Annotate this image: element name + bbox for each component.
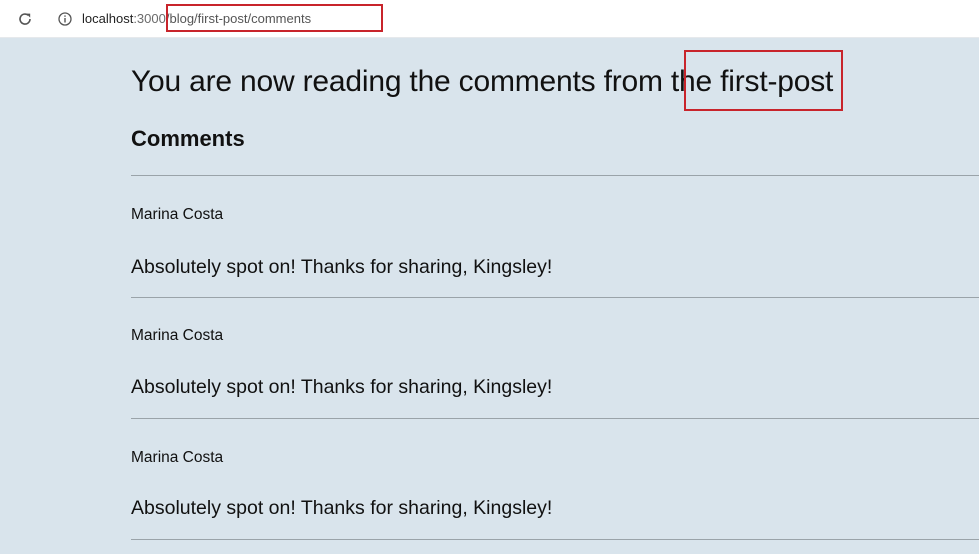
comment-author: Marina Costa bbox=[131, 327, 224, 344]
divider bbox=[131, 418, 979, 419]
post-slug-highlight-box bbox=[684, 50, 843, 111]
page-title-prefix: You are now reading the comments from th… bbox=[131, 65, 721, 98]
comment-text: Absolutely spot on! Thanks for sharing, … bbox=[131, 376, 553, 398]
divider bbox=[131, 297, 979, 298]
url-highlight-box bbox=[166, 4, 383, 32]
browser-toolbar: localhost:3000/blog/first-post/comments bbox=[0, 0, 979, 38]
url-host: localhost bbox=[82, 11, 134, 26]
page-content: You are now reading the comments from th… bbox=[0, 38, 979, 554]
comment-text: Absolutely spot on! Thanks for sharing, … bbox=[131, 256, 553, 278]
reload-icon[interactable] bbox=[16, 10, 34, 28]
comment-author: Marina Costa bbox=[131, 449, 224, 466]
divider bbox=[131, 539, 979, 540]
divider bbox=[131, 175, 979, 176]
comment-author: Marina Costa bbox=[131, 206, 224, 223]
info-icon[interactable] bbox=[57, 11, 72, 26]
comment-text: Absolutely spot on! Thanks for sharing, … bbox=[131, 497, 553, 519]
url-port: :3000 bbox=[133, 11, 166, 26]
comments-heading: Comments bbox=[131, 126, 245, 151]
